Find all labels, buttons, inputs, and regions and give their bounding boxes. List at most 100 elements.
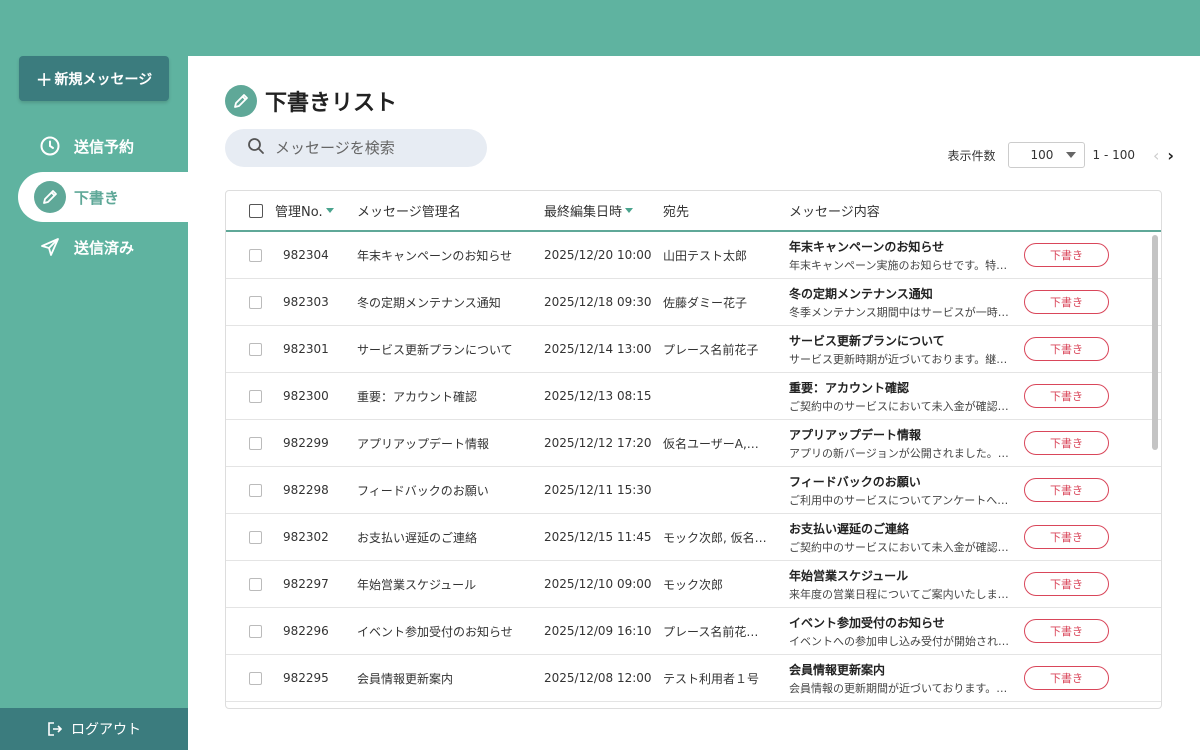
clock-icon [34, 130, 66, 162]
per-page-label: 表示件数 [947, 148, 996, 163]
table-header: 管理No. メッセージ管理名 最終編集日時 宛先 メッセージ内容 [226, 191, 1161, 232]
status-badge-cell: 下書き [1024, 232, 1109, 278]
status-badge[interactable]: 下書き [1024, 525, 1109, 549]
cell-date: 2025/12/10 09:00 [544, 577, 652, 591]
cell-name: 年末キャンペーンのお知らせ [357, 248, 513, 263]
table-row[interactable]: 982295 会員情報更新案内 2025/12/08 12:00 テスト利用者１号 会員… [226, 655, 1161, 702]
cell-date: 2025/12/14 13:00 [544, 342, 652, 356]
send-icon [34, 231, 66, 263]
cell-content: サービス更新プランについて サービス更新時期が近づいております。継… [789, 326, 1014, 372]
content-title: 年始営業スケジュール [789, 568, 909, 583]
cell-no: 982302 [283, 530, 329, 544]
table-row[interactable]: 982304 年末キャンペーンのお知らせ 2025/12/20 10:00 山田テスト… [226, 232, 1161, 279]
content-title: イベント参加受付のお知らせ [789, 615, 945, 630]
status-badge[interactable]: 下書き [1024, 478, 1109, 502]
status-badge-cell: 下書き [1024, 655, 1109, 701]
cell-content: 会員情報更新案内 会員情報の更新期間が近づいております。… [789, 655, 1014, 701]
status-badge[interactable]: 下書き [1024, 290, 1109, 314]
status-badge[interactable]: 下書き [1024, 619, 1109, 643]
status-badge[interactable]: 下書き [1024, 431, 1109, 455]
content-body: イベントへの参加申し込み受付が開始され… [789, 634, 1009, 648]
cell-date: 2025/12/08 12:00 [544, 671, 652, 685]
cell-content: 重要：アカウント確認 ご契約中のサービスにおいて未入金が確認… [789, 373, 1014, 419]
cell-name: フィードバックのお願い [357, 483, 489, 498]
cell-date: 2025/12/15 11:45 [544, 530, 652, 544]
row-checkbox[interactable] [249, 420, 262, 466]
cell-no: 982297 [283, 577, 329, 591]
scrollbar-thumb[interactable] [1152, 235, 1158, 450]
chevron-left-icon[interactable]: ‹ [1153, 146, 1159, 165]
status-badge-cell: 下書き [1024, 467, 1109, 513]
row-checkbox[interactable] [249, 561, 262, 607]
table-row[interactable]: 982301 サービス更新プランについて 2025/12/14 13:00 プレース名… [226, 326, 1161, 373]
search-box[interactable] [225, 129, 487, 167]
logout-button[interactable]: ログアウト [0, 708, 188, 750]
search-input[interactable] [275, 139, 475, 157]
sort-down-icon [325, 208, 334, 213]
sidebar-item-drafts[interactable]: 下書き [18, 172, 188, 222]
table-row[interactable]: 982302 お支払い遅延のご連絡 2025/12/15 11:45 モック次郎, 仮… [226, 514, 1161, 561]
new-message-label: 新規メッセージ [54, 71, 153, 88]
cell-name: アプリアップデート情報 [357, 436, 490, 451]
cell-to: モック次郎 [663, 577, 724, 592]
cell-name: 冬の定期メンテナンス通知 [357, 295, 501, 310]
sidebar-item-sent[interactable]: 送信済み [18, 222, 188, 272]
status-badge-cell: 下書き [1024, 514, 1109, 560]
row-checkbox[interactable] [249, 326, 262, 372]
per-page-value: 100 [1030, 148, 1054, 162]
status-badge[interactable]: 下書き [1024, 337, 1109, 361]
row-checkbox[interactable] [249, 373, 262, 419]
content-body: 冬季メンテナンス期間中はサービスが一時… [789, 305, 1009, 319]
cell-no: 982301 [283, 342, 329, 356]
status-badge[interactable]: 下書き [1024, 666, 1109, 690]
status-badge-cell: 下書き [1024, 420, 1109, 466]
content-body: 来年度の営業日程についてご案内いたしま… [789, 587, 1009, 601]
row-checkbox[interactable] [249, 514, 262, 560]
new-message-button[interactable]: + 新規メッセージ [19, 56, 169, 101]
cell-to: 佐藤ダミー花子 [663, 295, 748, 310]
scrollbar[interactable] [1152, 235, 1158, 705]
cell-content: アプリアップデート情報 アプリの新バージョンが公開されました。… [789, 420, 1014, 466]
table-row[interactable]: 982299 アプリアップデート情報 2025/12/12 17:20 仮名ユーザーA… [226, 420, 1161, 467]
chevron-right-icon[interactable]: › [1167, 146, 1174, 165]
status-badge[interactable]: 下書き [1024, 572, 1109, 596]
cell-date: 2025/12/13 08:15 [544, 389, 652, 403]
content-title: 冬の定期メンテナンス通知 [789, 286, 933, 301]
cell-to: プレース名前花… [663, 624, 759, 639]
cell-date: 2025/12/20 10:00 [544, 248, 652, 262]
cell-name: 年始営業スケジュール [357, 577, 477, 592]
cell-no: 982303 [283, 295, 329, 309]
table-row[interactable]: 982300 重要：アカウント確認 2025/12/13 08:15 重要：アカウント… [226, 373, 1161, 420]
status-badge[interactable]: 下書き [1024, 243, 1109, 267]
content-title: フィードバックのお願い [789, 474, 921, 489]
table-row[interactable]: 982296 イベント参加受付のお知らせ 2025/12/09 16:10 プレース名… [226, 608, 1161, 655]
per-page-select[interactable]: 100 [1007, 142, 1085, 168]
cell-name: 重要：アカウント確認 [357, 389, 478, 404]
content-body: ご契約中のサービスにおいて未入金が確認… [789, 399, 1009, 413]
select-all-checkbox[interactable] [249, 203, 263, 218]
row-checkbox[interactable] [249, 608, 262, 654]
col-header-no[interactable]: 管理No. [275, 201, 334, 220]
content-body: ご利用中のサービスについてアンケートへ… [789, 493, 1009, 507]
content-title: サービス更新プランについて [789, 333, 945, 348]
table-row[interactable]: 982298 フィードバックのお願い 2025/12/11 15:30 フィードバック… [226, 467, 1161, 514]
status-badge-cell: 下書き [1024, 608, 1109, 654]
page-title: 下書きリスト [225, 85, 397, 117]
sidebar-item-label: 送信済み [74, 238, 135, 257]
table-row[interactable]: 982297 年始営業スケジュール 2025/12/10 09:00 モック次郎 年始営… [226, 561, 1161, 608]
col-header-date[interactable]: 最終編集日時 [544, 201, 634, 220]
table-row[interactable]: 982303 冬の定期メンテナンス通知 2025/12/18 09:30 佐藤ダミー花… [226, 279, 1161, 326]
status-badge-cell: 下書き [1024, 561, 1109, 607]
status-badge[interactable]: 下書き [1024, 384, 1109, 408]
status-badge-cell: 下書き [1024, 279, 1109, 325]
sidebar-item-scheduled[interactable]: 送信予約 [18, 121, 188, 171]
row-checkbox[interactable] [249, 467, 262, 513]
sidebar-item-label: 送信予約 [74, 137, 135, 156]
row-checkbox[interactable] [249, 655, 262, 701]
cell-to: 山田テスト太郎 [663, 248, 748, 263]
status-badge-cell: 下書き [1024, 326, 1109, 372]
row-checkbox[interactable] [249, 279, 262, 325]
top-bar [0, 0, 1200, 56]
cell-name: 会員情報更新案内 [357, 671, 454, 686]
row-checkbox[interactable] [249, 232, 262, 278]
